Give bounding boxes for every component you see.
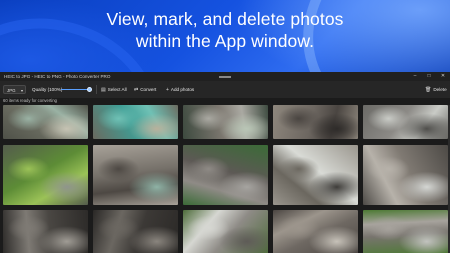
photo-thumbnail[interactable] xyxy=(3,105,88,139)
close-button[interactable]: ✕ xyxy=(436,72,450,81)
trash-icon: 🗑 xyxy=(425,87,432,93)
drag-handle[interactable] xyxy=(219,75,231,78)
quality-slider-thumb[interactable] xyxy=(87,87,92,92)
window-title: HEIC to JPG - HEIC to PNG - Photo Conver… xyxy=(4,74,111,79)
status-text: 60 items ready for converting xyxy=(3,98,57,103)
quality-label: Quality (100%) xyxy=(32,87,63,92)
add-photos-label: Add photos xyxy=(170,87,195,92)
app-window: HEIC to JPG - HEIC to PNG - Photo Conver… xyxy=(0,72,450,253)
toolbar-divider xyxy=(96,85,97,94)
convert-icon: ⇄ xyxy=(134,87,139,93)
photo-thumbnail[interactable] xyxy=(273,210,358,253)
chevron-down-icon: ▾ xyxy=(20,88,23,93)
format-dropdown-value: JPG xyxy=(7,88,16,93)
photo-thumbnail[interactable] xyxy=(183,105,268,139)
format-dropdown[interactable]: JPG ▾ xyxy=(3,85,26,94)
maximize-button[interactable]: □ xyxy=(422,72,436,81)
photo-thumbnail[interactable] xyxy=(183,210,268,253)
convert-button[interactable]: ⇄ Convert xyxy=(134,81,156,98)
minimize-button[interactable]: – xyxy=(408,72,422,81)
photo-thumbnail[interactable] xyxy=(273,105,358,139)
banner-headline: View, mark, and delete photos within the… xyxy=(0,8,450,52)
photo-thumbnail[interactable] xyxy=(93,210,178,253)
banner-line-1: View, mark, and delete photos xyxy=(106,9,344,29)
promo-banner: View, mark, and delete photos within the… xyxy=(0,0,450,72)
delete-button[interactable]: 🗑 Delete xyxy=(425,81,447,98)
photo-thumbnail[interactable] xyxy=(93,105,178,139)
photo-thumbnail[interactable] xyxy=(93,145,178,205)
title-bar: HEIC to JPG - HEIC to PNG - Photo Conver… xyxy=(0,72,450,81)
plus-icon: + xyxy=(166,87,169,93)
photo-thumbnail[interactable] xyxy=(183,145,268,205)
select-all-icon: ▤ xyxy=(101,87,106,93)
convert-label: Convert xyxy=(140,87,157,92)
add-photos-button[interactable]: + Add photos xyxy=(166,81,194,98)
photo-thumbnail[interactable] xyxy=(3,210,88,253)
select-all-label: Select All xyxy=(107,87,127,92)
photo-thumbnail[interactable] xyxy=(3,145,88,205)
toolbar: JPG ▾ Quality (100%) ▤ Select All ⇄ Conver… xyxy=(0,81,450,98)
delete-label: Delete xyxy=(433,87,447,92)
photo-thumbnail[interactable] xyxy=(273,145,358,205)
photo-thumbnail[interactable] xyxy=(363,145,448,205)
select-all-button[interactable]: ▤ Select All xyxy=(101,81,127,98)
banner-line-2: within the App window. xyxy=(135,31,315,51)
photo-thumbnail[interactable] xyxy=(363,105,448,139)
photo-grid xyxy=(0,105,450,253)
photo-thumbnail[interactable] xyxy=(363,210,448,253)
